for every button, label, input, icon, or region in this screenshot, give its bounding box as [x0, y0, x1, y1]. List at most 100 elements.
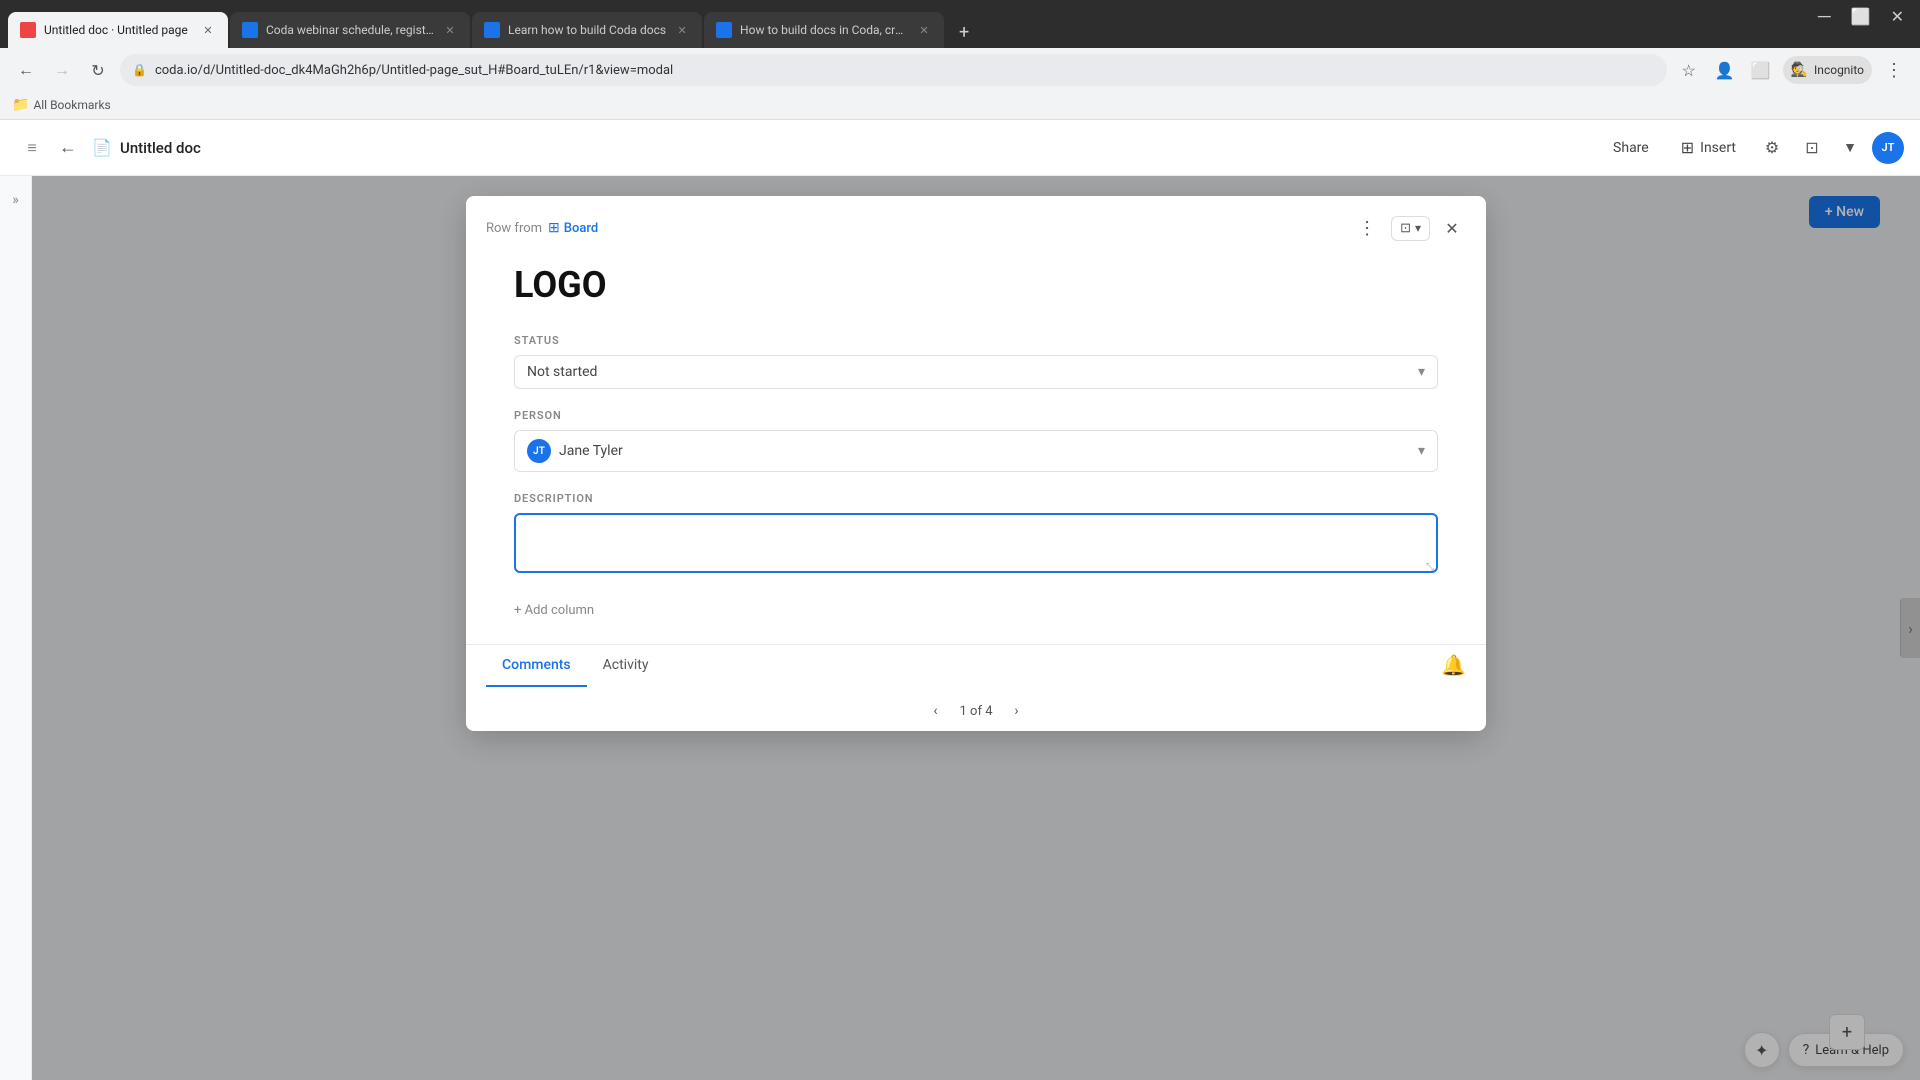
doc-title: Untitled doc	[120, 139, 1601, 157]
prev-page-button[interactable]: ‹	[924, 699, 948, 723]
bookmarks-label[interactable]: All Bookmarks	[33, 98, 110, 112]
user-initials: JT	[1882, 141, 1895, 154]
modal-footer: Comments Activity 🔔 ‹ 1 of 4	[466, 644, 1486, 731]
view-chevron: ▾	[1415, 221, 1421, 235]
person-avatar: JT	[527, 439, 551, 463]
resize-handle-icon: ⤡	[1426, 562, 1434, 573]
description-field-group: DESCRIPTION ⤡	[514, 492, 1438, 577]
tab-1[interactable]: Untitled doc · Untitled page ✕	[8, 12, 228, 48]
tab-1-close[interactable]: ✕	[200, 22, 216, 38]
modal-close-button[interactable]: ✕	[1438, 214, 1466, 242]
tab-1-title: Untitled doc · Untitled page	[44, 23, 192, 37]
minimize-button[interactable]: ─	[1818, 8, 1831, 26]
more-button[interactable]: ▼	[1836, 134, 1864, 162]
incognito-label: Incognito	[1814, 63, 1864, 77]
tab-3-close[interactable]: ✕	[674, 22, 690, 38]
description-input[interactable]	[514, 513, 1438, 573]
status-chevron-icon: ▾	[1418, 364, 1425, 380]
tab-4-favicon	[716, 22, 732, 38]
person-chevron-icon: ▾	[1418, 443, 1425, 459]
status-dropdown[interactable]: Not started ▾	[514, 355, 1438, 389]
back-to-doc-button[interactable]: ←	[52, 132, 84, 164]
modal-title: LOGO	[514, 264, 1438, 306]
row-from-label: Row from	[486, 221, 542, 236]
insert-label: Insert	[1700, 140, 1736, 156]
board-label: Board	[564, 221, 598, 236]
url-text: coda.io/d/Untitled-doc_dk4MaGh2h6p/Untit…	[155, 63, 1655, 78]
bookmarks-folder-icon: 📁	[12, 97, 29, 113]
sidebar-chevron[interactable]: »	[4, 188, 28, 212]
tab-2-close[interactable]: ✕	[442, 22, 458, 38]
maximize-button[interactable]: ⬜	[1851, 9, 1871, 25]
status-field-group: STATUS Not started ▾	[514, 334, 1438, 389]
app-area: ≡ ← 📄 Untitled doc Share ⊞ Insert ⚙ ⊡ ▼ …	[0, 120, 1920, 1080]
address-bar[interactable]: 🔒 coda.io/d/Untitled-doc_dk4MaGh2h6p/Unt…	[120, 54, 1667, 86]
tab-2[interactable]: Coda webinar schedule, regist... ✕	[230, 12, 470, 48]
tab-3-favicon	[484, 22, 500, 38]
modal-tabs: Comments Activity 🔔	[486, 645, 1466, 687]
next-page-button[interactable]: ›	[1005, 699, 1029, 723]
tab-2-favicon	[242, 22, 258, 38]
tab-4-title: How to build docs in Coda, cre...	[740, 23, 908, 37]
tab-4-close[interactable]: ✕	[916, 22, 932, 38]
reload-button[interactable]: ↻	[84, 56, 112, 84]
tab-comments[interactable]: Comments	[486, 645, 587, 687]
modal-view-toggle[interactable]: ⊡ ▾	[1391, 216, 1430, 241]
modal-body: LOGO STATUS Not started ▾ PERSON	[466, 256, 1486, 644]
forward-button[interactable]: →	[48, 56, 76, 84]
person-initials: JT	[533, 446, 545, 457]
add-column-button[interactable]: + Add column	[514, 597, 1438, 624]
modal-header: Row from ⊞ Board ⋮ ⊡ ▾	[466, 196, 1486, 256]
person-field-group: PERSON JT Jane Tyler ▾	[514, 409, 1438, 472]
modal: Row from ⊞ Board ⋮ ⊡ ▾	[466, 196, 1486, 731]
incognito-indicator: 🕵️ Incognito	[1783, 56, 1872, 84]
tab-activity[interactable]: Activity	[587, 645, 665, 687]
tab-bar: Untitled doc · Untitled page ✕ Coda webi…	[0, 0, 1920, 48]
user-avatar[interactable]: JT	[1872, 132, 1904, 164]
sidebar-strip: »	[0, 176, 32, 1080]
incognito-icon: 🕵️	[1791, 62, 1808, 78]
insert-icon: ⊞	[1681, 138, 1694, 157]
page-content: + New › + Row from ⊞	[32, 176, 1920, 1080]
header-actions: Share ⊞ Insert ⚙ ⊡ ▼ JT	[1601, 132, 1904, 164]
status-value: Not started	[527, 364, 1418, 380]
bookmark-button[interactable]: ☆	[1675, 56, 1703, 84]
person-dropdown[interactable]: JT Jane Tyler ▾	[514, 430, 1438, 472]
settings-button[interactable]: ⚙	[1756, 132, 1788, 164]
menu-button[interactable]: ⋮	[1880, 56, 1908, 84]
activity-tab-label: Activity	[603, 657, 649, 673]
tab-2-title: Coda webinar schedule, regist...	[266, 23, 434, 37]
modal-overlay: Row from ⊞ Board ⋮ ⊡ ▾	[32, 176, 1920, 1080]
modal-header-actions: ⋮ ⊡ ▾ ✕	[1351, 212, 1466, 244]
board-link[interactable]: ⊞ Board	[548, 220, 598, 236]
add-column-label: + Add column	[514, 603, 594, 618]
back-button[interactable]: ←	[12, 56, 40, 84]
browser-chrome: Untitled doc · Untitled page ✕ Coda webi…	[0, 0, 1920, 120]
modal-more-button[interactable]: ⋮	[1351, 212, 1383, 244]
page-info: 1 of 4	[960, 704, 993, 719]
comments-tab-label: Comments	[502, 657, 571, 673]
insert-button[interactable]: ⊞ Insert	[1669, 132, 1748, 163]
extensions-button[interactable]: ⬜	[1747, 56, 1775, 84]
notification-bell-button[interactable]: 🔔	[1441, 653, 1466, 677]
tab-3[interactable]: Learn how to build Coda docs ✕	[472, 12, 702, 48]
view-icon: ⊡	[1400, 221, 1411, 236]
lock-icon: 🔒	[132, 63, 147, 77]
tab-3-title: Learn how to build Coda docs	[508, 23, 666, 37]
board-icon: ⊞	[548, 220, 560, 236]
description-wrapper: ⤡	[514, 513, 1438, 577]
sidebar-toggle[interactable]: ≡	[16, 132, 48, 164]
profile-button[interactable]: 👤	[1711, 56, 1739, 84]
share-button[interactable]: Share	[1601, 134, 1661, 162]
close-button[interactable]: ✕	[1891, 9, 1904, 25]
address-bar-row: ← → ↻ 🔒 coda.io/d/Untitled-doc_dk4MaGh2h…	[0, 48, 1920, 92]
tab-4[interactable]: How to build docs in Coda, cre... ✕	[704, 12, 944, 48]
doc-icon: 📄	[88, 134, 116, 162]
new-tab-button[interactable]: +	[950, 18, 978, 46]
person-value: Jane Tyler	[559, 443, 1418, 459]
layout-button[interactable]: ⊡	[1796, 132, 1828, 164]
status-label: STATUS	[514, 334, 1438, 347]
app-header: ≡ ← 📄 Untitled doc Share ⊞ Insert ⚙ ⊡ ▼ …	[0, 120, 1920, 176]
window-controls: ─ ⬜ ✕	[1818, 8, 1904, 26]
bookmarks-bar: 📁 All Bookmarks	[0, 92, 1920, 120]
